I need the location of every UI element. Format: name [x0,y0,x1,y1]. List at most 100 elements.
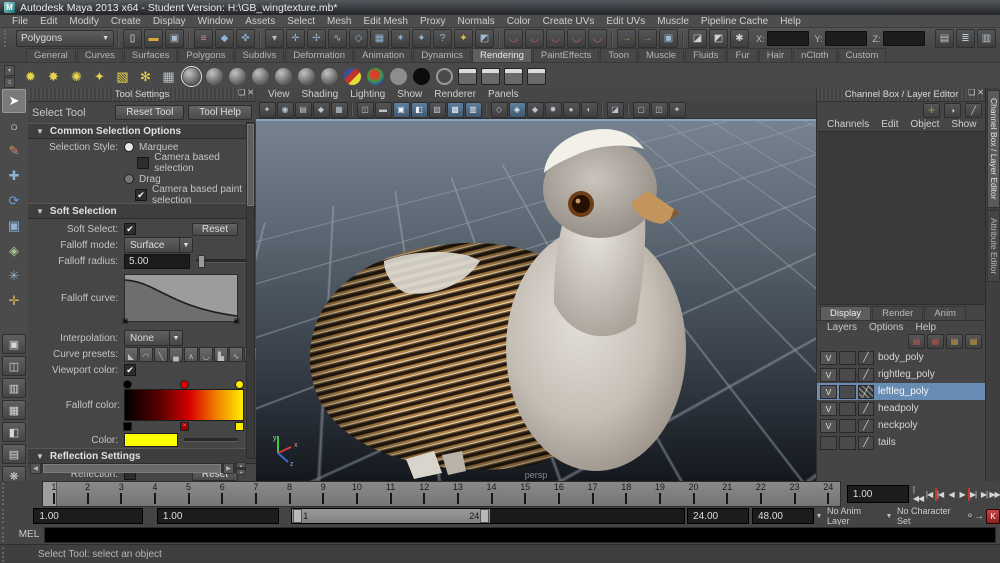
layer-menu-help[interactable]: Help [909,322,942,333]
set-key-icon[interactable]: ⚬→ [966,511,984,522]
shelf-tab-deformation[interactable]: Deformation [285,48,353,62]
shaded-material-icon[interactable] [181,66,202,87]
field-chart-icon[interactable]: ▩ [447,102,464,118]
layer-tab-display[interactable]: Display [820,306,871,320]
layer-playback-toggle[interactable] [839,402,856,416]
layer-color-swatch[interactable]: ╱ [858,402,874,416]
drag-handle[interactable] [4,30,13,47]
falloff-radius-field[interactable]: 5.00 [124,254,190,269]
layout-two-side-button[interactable]: ◫ [2,356,26,376]
y-coordinate-field[interactable] [825,31,867,46]
mask-surfaces-icon[interactable]: ◇ [349,29,368,48]
falloff-color-ramp[interactable] [124,389,244,421]
viewport-menu-show[interactable]: Show [391,89,428,100]
mask-combo-icon[interactable]: ▾ [265,29,284,48]
select-camera-icon[interactable]: ✦ [259,102,276,118]
viewport-menu-renderer[interactable]: Renderer [428,89,482,100]
shaded-icon[interactable]: ◈ [509,102,526,118]
grease-pencil-icon[interactable]: ▬ [375,102,392,118]
curve-key-start[interactable]: ▣ [122,317,129,325]
layout-outliner-persp-button[interactable]: ◧ [2,422,26,442]
lambert-material-icon[interactable] [250,66,271,87]
menu-edit-mesh[interactable]: Edit Mesh [357,16,413,27]
layer-playback-toggle[interactable] [839,419,856,433]
select-tool[interactable]: ➤ [2,89,26,113]
shading-map-icon[interactable] [365,66,386,87]
universal-manipulator-tool[interactable]: ◈ [2,239,26,263]
menu-help[interactable]: Help [774,16,807,27]
channel-list-area[interactable] [818,131,985,305]
layout-single-pane-button[interactable]: ▣ [2,334,26,354]
volume-shader-icon[interactable] [434,66,455,87]
shelf-tab-hair[interactable]: Hair [759,48,792,62]
drag-radio[interactable] [124,174,134,184]
preset-spike[interactable]: ∧ [184,347,198,362]
shelf-tab-fluids[interactable]: Fluids [685,48,726,62]
new-scene-icon[interactable]: ▯ [123,29,142,48]
render-globals-icon[interactable] [526,66,547,87]
isolate-select-icon[interactable]: ◪ [607,102,624,118]
shelf-tab-custom[interactable]: Custom [838,48,887,62]
play-backwards-button[interactable]: ◀ [946,487,956,502]
menu-pipeline-cache[interactable]: Pipeline Cache [695,16,774,27]
drag-handle[interactable] [2,483,11,505]
preset-ramp-down[interactable]: ◣ [124,347,138,362]
menu-create-uvs[interactable]: Create UVs [537,16,601,27]
falloff-mode-dropdown[interactable]: Surface▼ [124,237,193,253]
interpolation-dropdown[interactable]: None▼ [124,330,183,346]
layer-tab-anim[interactable]: Anim [924,306,966,320]
manipulator-axis-icon[interactable]: ✛ [923,103,940,118]
viewport-3d-view[interactable]: y x z persp [256,119,816,481]
layer-color-swatch[interactable]: ╱ [858,385,874,399]
shelf-tab-rendering[interactable]: Rendering [472,48,532,62]
layer-visibility-toggle[interactable]: V [820,351,837,365]
area-light-icon[interactable]: ✦ [89,66,110,87]
scroll-left-icon[interactable]: ◀ [30,463,41,474]
snap-to-curve-icon[interactable]: ◡ [525,29,544,48]
layout-hypergraph-persp-button[interactable]: ▤ [2,444,26,464]
layer-visibility-toggle[interactable]: V [820,419,837,433]
select-by-hierarchy-icon[interactable]: ≡ [194,29,213,48]
curve-key-end[interactable]: ▣ [233,317,240,325]
color-slider[interactable] [184,438,238,442]
side-tab-channel-box-layer-editor[interactable]: Channel Box / Layer Editor [987,90,1000,208]
lock-camera-icon[interactable]: ◉ [277,102,294,118]
show-hide-tool-settings-icon[interactable]: ≣ [956,29,975,48]
play-forwards-button[interactable]: ▶ [957,487,967,502]
go-to-start-button[interactable]: |◀◀ [913,487,923,502]
menu-file[interactable]: File [6,16,34,27]
layer-menu-layers[interactable]: Layers [821,322,863,333]
twod-pan-zoom-icon[interactable]: ◫ [357,102,374,118]
falloff-radius-slider[interactable] [196,259,250,263]
soft-select-reset-button[interactable]: Reset [192,223,238,236]
gate-mask-icon[interactable]: ▨ [429,102,446,118]
layout-two-stacked-button[interactable]: ▥ [2,378,26,398]
color-swatch[interactable] [124,433,178,447]
ramp-key2-black[interactable] [123,422,132,431]
falloff-curve-widget[interactable]: ▣ ▣ [124,274,238,322]
anisotropic-material-icon[interactable] [204,66,225,87]
slider-mode-icon[interactable]: ╱ [965,103,982,118]
layer-playback-toggle[interactable] [839,436,856,450]
layer-row-leftleg-poly[interactable]: V╱leftleg_poly [817,383,986,400]
mask-misc-icon[interactable]: ? [433,29,452,48]
perspective-viewport[interactable]: ViewShadingLightingShowRendererPanels ✦◉… [256,88,816,481]
range-end-handle[interactable] [480,509,489,523]
close-icon[interactable]: ✕ [977,88,984,97]
mel-input-field[interactable] [44,527,996,543]
shelf-tab-subdivs[interactable]: Subdivs [235,48,285,62]
animation-end-field[interactable]: 48.00 [752,508,814,524]
film-gate-icon[interactable]: ▣ [393,102,410,118]
show-hide-attribute-editor-icon[interactable]: ▤ [935,29,954,48]
paint-select-tool[interactable]: ✎ [2,139,26,163]
ramp-key-black[interactable] [123,380,132,389]
layer-row-headpoly[interactable]: V╱headpoly [817,400,986,417]
exposure-icon[interactable]: ✦ [669,102,686,118]
channel-menu-channels[interactable]: Channels [821,119,875,130]
go-to-end-button[interactable]: ▶▶| [990,487,1000,502]
snap-to-grid-icon[interactable]: ◡ [504,29,523,48]
x-coordinate-field[interactable] [767,31,809,46]
output-connections-icon[interactable]: → [638,29,657,48]
tool-help-button[interactable]: Tool Help [188,105,252,120]
range-track[interactable]: 1 24 [291,508,685,524]
